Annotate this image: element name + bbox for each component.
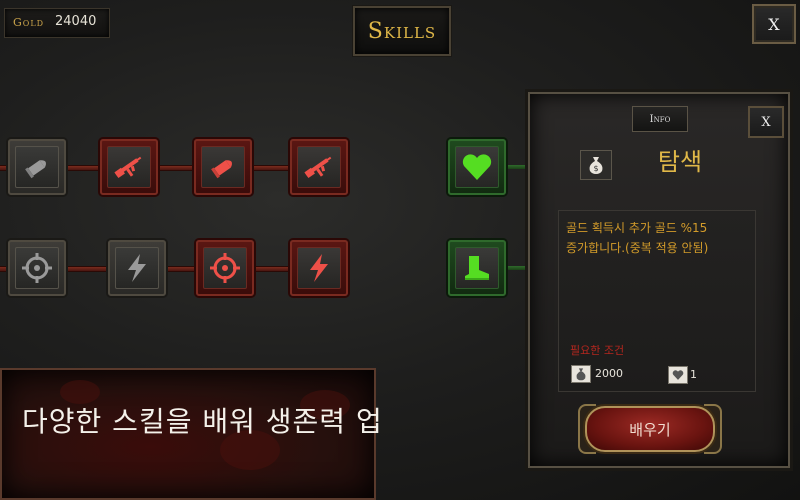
close-icon: X	[761, 114, 771, 130]
info-description-line: 골드 획득시 추가 골드 %15	[566, 221, 708, 235]
close-icon: X	[768, 14, 780, 34]
svg-text:$: $	[593, 164, 598, 173]
requirement-label: 필요한 조건	[570, 344, 625, 357]
lightning-icon	[128, 254, 146, 282]
lightning-icon	[310, 254, 328, 282]
requirement-gold-icon-box	[571, 365, 591, 383]
heart-icon	[672, 370, 684, 380]
tree-connector	[158, 165, 194, 171]
info-skill-icon-box: $	[580, 150, 612, 180]
tree-connector	[66, 165, 100, 171]
page-title: Skills	[367, 18, 437, 44]
skill-node-lightning-1[interactable]	[108, 240, 166, 296]
close-button[interactable]: X	[752, 4, 796, 44]
skill-node-boot[interactable]	[448, 240, 506, 296]
skill-node-rifle-2[interactable]	[290, 139, 348, 195]
requirement-gold-value: 2000	[595, 367, 623, 380]
gold-label: Gold	[13, 16, 45, 29]
gold-value: 24040	[55, 14, 97, 29]
bullet-icon	[25, 160, 46, 179]
tree-connector	[166, 266, 196, 272]
info-close-button[interactable]: X	[748, 106, 784, 138]
tree-connector	[66, 266, 108, 272]
tree-connector	[508, 165, 530, 169]
boot-icon	[465, 256, 489, 280]
info-tab-label: Info	[649, 113, 671, 125]
info-tab: Info	[632, 106, 688, 132]
skill-node-lightning-2[interactable]	[290, 240, 348, 296]
money-bag-icon: $	[589, 157, 603, 174]
promo-banner-text: 다양한 스킬을 배워 생존력 업	[22, 405, 383, 438]
skill-node-rifle-1[interactable]	[100, 139, 158, 195]
info-description-line: 증가합니다.(중복 적용 안됨)	[566, 241, 709, 255]
tree-connector	[254, 266, 290, 272]
skill-node-bullet-2[interactable]	[194, 139, 252, 195]
money-bag-icon	[576, 368, 586, 381]
learn-button[interactable]: 배우기	[585, 406, 715, 452]
skill-node-crosshair-2[interactable]	[196, 240, 254, 296]
tree-connector	[508, 266, 530, 270]
crosshair-icon	[210, 253, 240, 283]
skill-node-heart[interactable]	[448, 139, 506, 195]
skills-title-plate: Skills	[353, 6, 451, 56]
rifle-icon	[114, 156, 142, 179]
bullet-icon	[211, 160, 232, 179]
info-description: 골드 획득시 추가 골드 %15 증가합니다.(중복 적용 안됨)	[566, 218, 746, 258]
gold-counter: Gold 24040	[4, 8, 110, 38]
rifle-icon	[304, 156, 332, 179]
requirement-heart-icon-box	[668, 366, 688, 384]
info-skill-name: 탐색	[657, 148, 703, 176]
tree-connector	[252, 165, 290, 171]
learn-button-label: 배우기	[629, 420, 671, 439]
skill-node-bullet-1[interactable]	[8, 139, 66, 195]
skill-node-crosshair-1[interactable]	[8, 240, 66, 296]
crosshair-icon	[22, 253, 52, 283]
requirement-heart-value: 1	[690, 368, 697, 381]
heart-icon	[462, 154, 492, 180]
